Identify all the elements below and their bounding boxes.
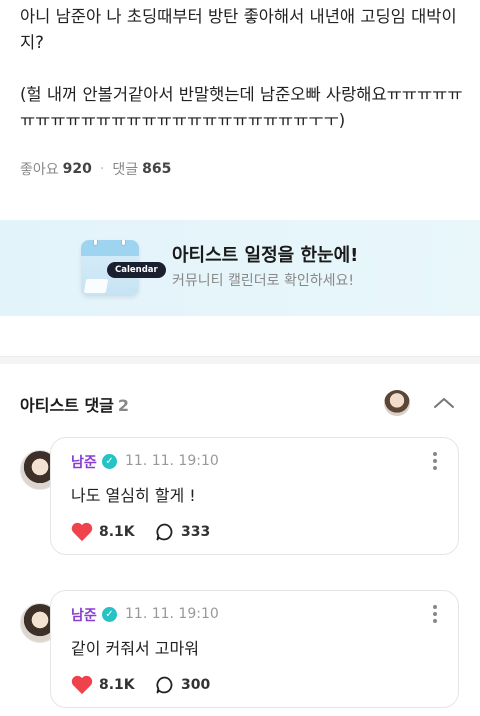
comment-author[interactable]: 남준	[71, 605, 97, 625]
verified-icon: ✓	[102, 607, 117, 622]
reply-button[interactable]: 300	[155, 675, 210, 695]
more-options-icon[interactable]	[432, 452, 438, 470]
comment-author[interactable]: 남준	[71, 452, 97, 472]
comment-text: 같이 커줘서 고마워	[71, 639, 199, 658]
banner-subtitle: 커뮤니티 캘린더로 확인하세요!	[172, 273, 354, 289]
comment-bubble-icon	[156, 523, 173, 541]
artist-comments-count: 2	[117, 396, 130, 415]
heart-icon	[71, 522, 93, 542]
banner-title: 아티스트 일정을 한눈에!	[172, 245, 359, 266]
reply-count: 300	[181, 677, 211, 693]
verified-icon: ✓	[102, 454, 117, 469]
comments-count: 865	[142, 161, 172, 177]
comments-label: 댓글	[112, 162, 139, 178]
comment-card: 남준 ✓ 11. 11. 19:10 같이 커줘서 고마워 8.1K 300	[50, 590, 459, 708]
like-button[interactable]: 8.1K	[71, 522, 135, 542]
comment-date: 11. 11. 19:10	[125, 453, 219, 469]
post-stats: 좋아요 920 · 댓글 865	[20, 159, 171, 179]
like-button[interactable]: 8.1K	[71, 675, 135, 695]
likes-count: 920	[62, 161, 92, 177]
comment-card: 남준 ✓ 11. 11. 19:10 나도 열심히 할게 ! 8.1K 333	[50, 437, 459, 555]
post-body-text: 아니 남준아 나 초딩때부터 방탄 좋아해서 내년애 고딩임 대박이지? (헐 …	[20, 7, 463, 130]
heart-icon	[71, 675, 93, 695]
artist-avatar[interactable]	[384, 390, 410, 416]
calendar-icon-label: Calendar	[107, 262, 166, 278]
stats-separator: ·	[99, 161, 105, 177]
reply-count: 333	[181, 524, 211, 540]
like-count: 8.1K	[99, 524, 135, 540]
chevron-up-icon[interactable]	[432, 393, 456, 413]
like-count: 8.1K	[99, 677, 135, 693]
comment-text: 나도 열심히 할게 !	[71, 486, 196, 505]
section-divider	[0, 356, 480, 364]
reply-button[interactable]: 333	[155, 522, 210, 542]
comment-date: 11. 11. 19:10	[125, 606, 219, 622]
more-options-icon[interactable]	[432, 605, 438, 623]
artist-comments-header: 아티스트 댓글 2	[20, 392, 129, 416]
calendar-banner[interactable]	[0, 220, 480, 316]
comment-bubble-icon	[156, 676, 173, 694]
likes-label: 좋아요	[20, 162, 59, 178]
artist-comments-title: 아티스트 댓글	[20, 396, 114, 415]
